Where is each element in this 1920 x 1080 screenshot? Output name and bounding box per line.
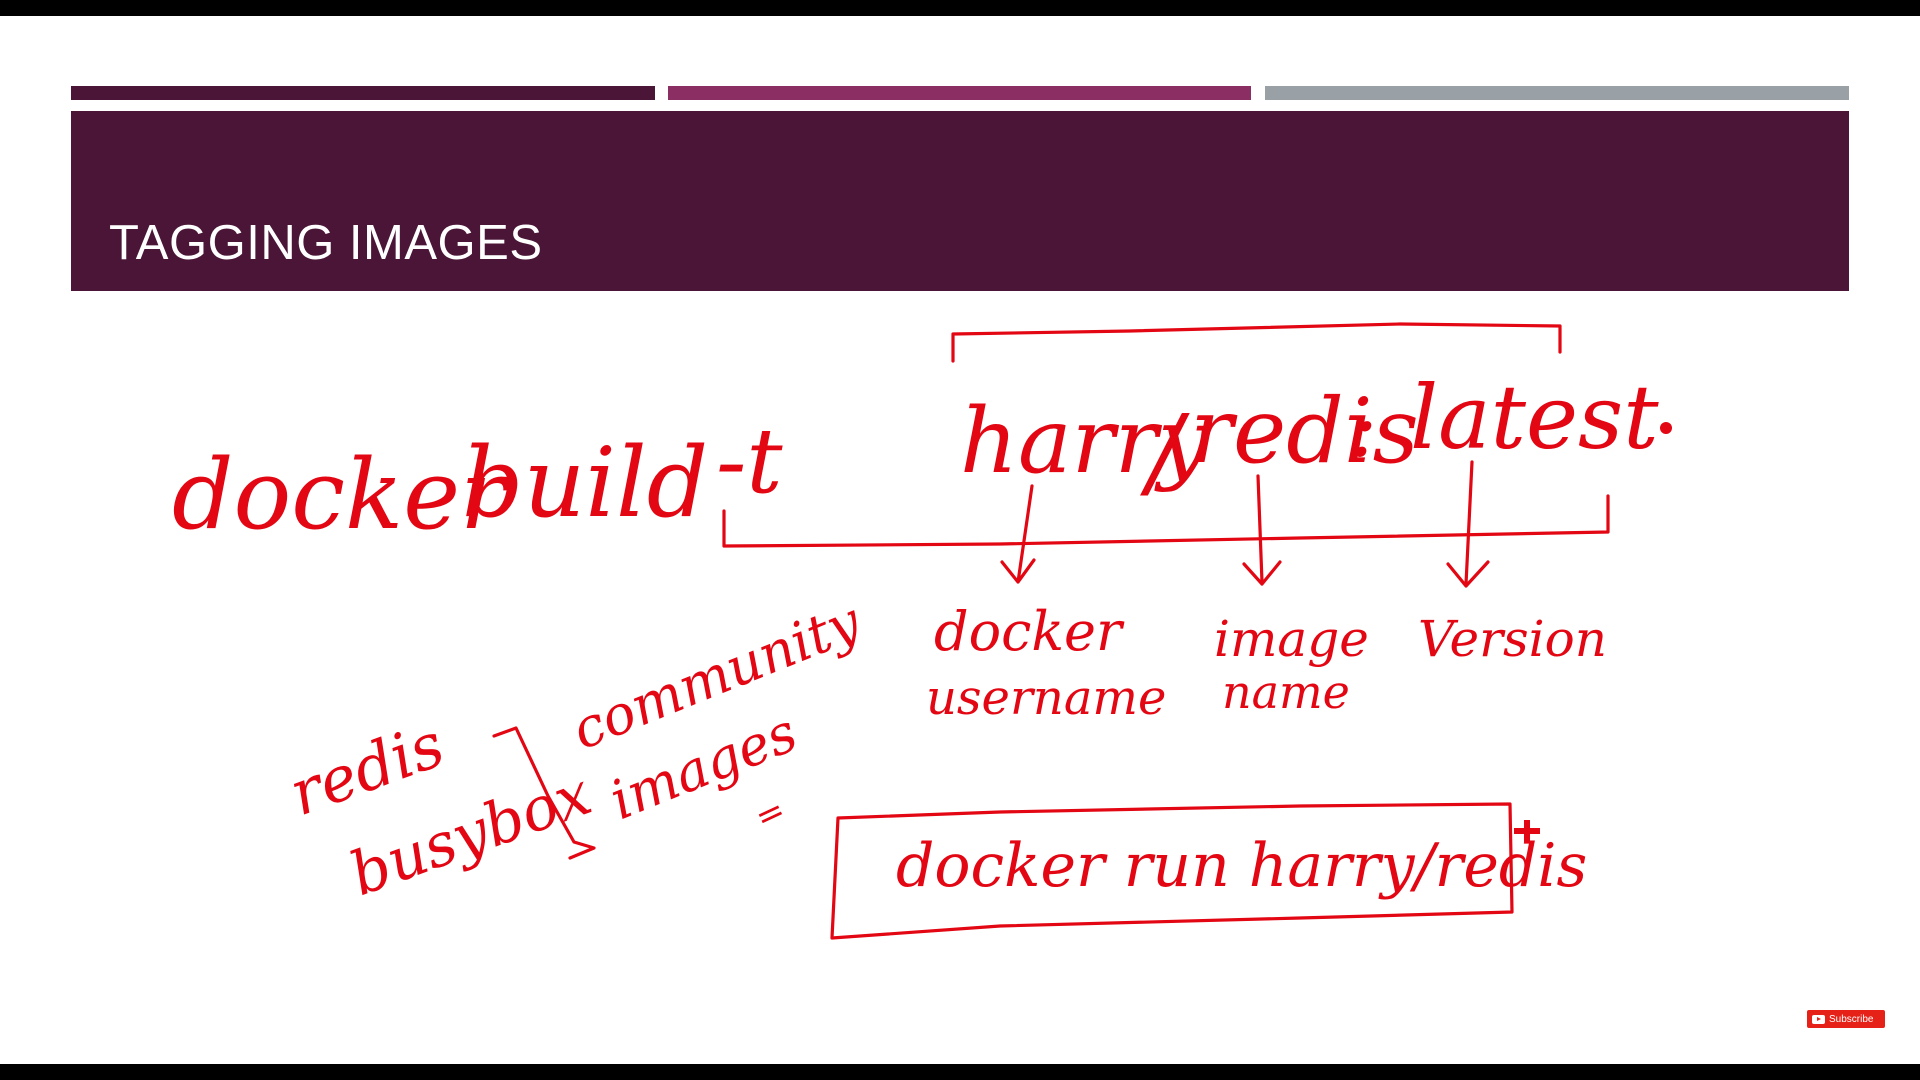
ink-dot [1660,422,1672,434]
handwritten-annotations: docker build -t harry / redis : latest d… [172,322,1672,940]
subscribe-label: Subscribe [1829,1013,1874,1025]
ink-label-docker: docker [934,600,1125,663]
slide: TAGGING IMAGES docker build -t harry / r… [0,16,1920,1064]
ink-equals-mark: = [749,790,792,838]
ink-label-image: image [1214,610,1369,668]
ink-docker: docker [172,439,511,551]
ink-flag-t: -t [716,409,783,514]
ink-arrow-version [1446,460,1490,588]
ink-tag-colon: : [1350,382,1377,475]
ink-label-version: Version [1418,610,1607,668]
ink-tag-version: latest [1410,366,1659,469]
ink-redis: redis [280,708,453,831]
ink-arrow-username [1000,484,1036,584]
ink-run-command: docker run harry/redis [896,831,1587,901]
subscribe-button[interactable]: Subscribe [1806,1009,1886,1029]
ink-tag-name: redis [1190,379,1419,484]
ink-label-username: username [926,670,1166,726]
ink-arrow-image-name [1242,474,1282,586]
ink-build: build [462,427,708,539]
ink-top-bracket [951,322,1562,363]
ink-label-name: name [1222,665,1350,719]
youtube-play-icon [1812,1014,1825,1024]
